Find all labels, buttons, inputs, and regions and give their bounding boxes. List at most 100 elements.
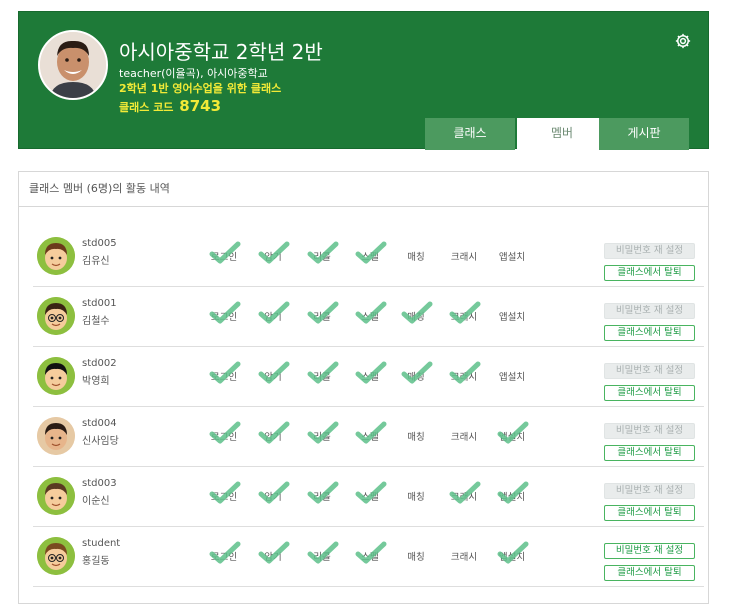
- class-code-label: 클래스 코드: [119, 101, 174, 114]
- activity-status: 크래시: [447, 301, 481, 329]
- class-code: 클래스 코드 8743: [119, 97, 221, 115]
- reset-password-button[interactable]: 비밀번호 재 설정: [604, 363, 695, 379]
- activity-status: 로그인: [207, 301, 241, 329]
- class-title: 아시아중학교 2학년 2반: [119, 40, 323, 64]
- boy-avatar: [37, 237, 75, 275]
- activity-status: 매칭: [399, 361, 433, 389]
- activity-status: 크래시: [447, 421, 481, 449]
- member-row: std005 김유신 로그인 암기 리콜 스펠 매칭 크래시 앱설치 비밀번호 재 설정클래스에서…: [33, 226, 704, 287]
- activity-status: 스펠: [353, 241, 387, 269]
- leave-class-button[interactable]: 클래스에서 탈퇴: [604, 325, 695, 341]
- activity-status: 리콜: [305, 301, 339, 329]
- member-row: std003 이순신 로그인 암기 리콜 스펠 매칭 크래시 앱설치 비밀번호 재 설정클래스에서…: [33, 466, 704, 527]
- student-avatar: [37, 537, 75, 575]
- activity-label: 앱설치: [498, 312, 526, 323]
- activity-status: 앱설치: [495, 481, 529, 509]
- activity-status: 로그인: [207, 421, 241, 449]
- activity-status: 암기: [256, 361, 290, 389]
- activity-status: 암기: [256, 541, 290, 569]
- activity-status: 스펠: [353, 541, 387, 569]
- activity-status: 리콜: [305, 241, 339, 269]
- activity-status: 스펠: [353, 481, 387, 509]
- activity-status: 암기: [256, 301, 290, 329]
- activity-label: 앱설치: [498, 372, 526, 383]
- leave-class-button[interactable]: 클래스에서 탈퇴: [604, 445, 695, 461]
- boy-glasses-avatar: [37, 297, 75, 335]
- member-list: std005 김유신 로그인 암기 리콜 스펠 매칭 크래시 앱설치 비밀번호 재 설정 클래스에서…: [18, 207, 709, 604]
- activity-status: 앱설치: [495, 361, 529, 389]
- leave-class-button[interactable]: 클래스에서 탈퇴: [604, 505, 695, 521]
- activity-status: 암기: [256, 481, 290, 509]
- tab-board[interactable]: 게시판: [599, 118, 689, 150]
- activity-label: 크래시: [450, 552, 478, 563]
- activity-status: 크래시: [447, 361, 481, 389]
- activity-status: 앱설치: [495, 241, 529, 269]
- activity-label: 매칭: [407, 432, 425, 443]
- class-header: 아시아중학교 2학년 2반 teacher(이율곡), 아시아중학교 2학년 1…: [18, 11, 709, 150]
- activity-status: 암기: [256, 241, 290, 269]
- member-name: 이순신: [82, 496, 110, 507]
- reset-password-button[interactable]: 비밀번호 재 설정: [604, 543, 695, 559]
- member-id: std001: [82, 298, 117, 309]
- activity-status: 앱설치: [495, 301, 529, 329]
- activity-status: 암기: [256, 421, 290, 449]
- activity-status: 크래시: [447, 541, 481, 569]
- activity-status: 스펠: [353, 301, 387, 329]
- man-avatar: [37, 477, 75, 515]
- activity-status: 리콜: [305, 541, 339, 569]
- class-subtitle: teacher(이율곡), 아시아중학교: [119, 67, 268, 80]
- activity-status: 매칭: [399, 241, 433, 269]
- activity-status: 매칭: [399, 541, 433, 569]
- activity-status: 앱설치: [495, 421, 529, 449]
- reset-password-button[interactable]: 비밀번호 재 설정: [604, 423, 695, 439]
- member-name: 홍길동: [82, 556, 110, 567]
- reset-password-button[interactable]: 비밀번호 재 설정: [604, 243, 695, 259]
- activity-status: 크래시: [447, 481, 481, 509]
- activity-label: 매칭: [407, 552, 425, 563]
- reset-password-button[interactable]: 비밀번호 재 설정: [604, 303, 695, 319]
- activity-status: 앱설치: [495, 541, 529, 569]
- activity-label: 매칭: [407, 492, 425, 503]
- activity-status: 리콜: [305, 481, 339, 509]
- member-name: 신사임당: [82, 436, 119, 447]
- member-id: student: [82, 538, 121, 549]
- tab-member[interactable]: 멤버: [517, 118, 607, 150]
- activity-status: 로그인: [207, 481, 241, 509]
- member-name: 김유신: [82, 256, 110, 267]
- activity-label: 크래시: [450, 432, 478, 443]
- activity-status: 리콜: [305, 361, 339, 389]
- member-id: std005: [82, 238, 117, 249]
- leave-class-button[interactable]: 클래스에서 탈퇴: [604, 565, 695, 581]
- activity-status: 매칭: [399, 421, 433, 449]
- member-id: std004: [82, 418, 117, 429]
- member-name: 박영희: [82, 376, 110, 387]
- activity-status: 로그인: [207, 361, 241, 389]
- activity-status: 로그인: [207, 241, 241, 269]
- activity-status: 매칭: [399, 481, 433, 509]
- reset-password-button[interactable]: 비밀번호 재 설정: [604, 483, 695, 499]
- activity-status: 매칭: [399, 301, 433, 329]
- teacher-avatar: [38, 30, 108, 100]
- class-code-value: 8743: [179, 97, 222, 115]
- gear-icon[interactable]: [674, 32, 692, 50]
- member-id: std003: [82, 478, 117, 489]
- member-row: std004 신사임당 로그인 암기 리콜 스펠 매칭 크래시 앱설치 비밀번호 재 설정 클래스에…: [33, 406, 704, 467]
- member-row: student 홍길동 로그인 암기 리콜 스펠 매칭 크래시 앱설치 비밀번호 재 설정 클래스에…: [33, 526, 704, 587]
- activity-label: 크래시: [450, 252, 478, 263]
- activity-label: 매칭: [407, 252, 425, 263]
- member-row: std002 박영희 로그인 암기 리콜 스펠 매칭 크래시 앱설치 비밀번호 재 설정클래스에서…: [33, 346, 704, 407]
- girl-avatar: [37, 357, 75, 395]
- leave-class-button[interactable]: 클래스에서 탈퇴: [604, 385, 695, 401]
- member-row: std001 김철수 로그인 암기 리콜 스펠 매칭 크래시 앱설치 비밀번호 재 설정클래스에서…: [33, 286, 704, 347]
- tab-class[interactable]: 클래스: [425, 118, 515, 150]
- member-id: std002: [82, 358, 117, 369]
- member-activity-title: 클래스 멤버 (6명)의 활동 내역: [18, 171, 709, 207]
- woman-avatar: [37, 417, 75, 455]
- activity-status: 스펠: [353, 421, 387, 449]
- activity-label: 앱설치: [498, 252, 526, 263]
- activity-status: 스펠: [353, 361, 387, 389]
- leave-class-button[interactable]: 클래스에서 탈퇴: [604, 265, 695, 281]
- member-name: 김철수: [82, 316, 110, 327]
- class-description: 2학년 1반 영어수업을 위한 클래스: [119, 82, 282, 95]
- activity-status: 크래시: [447, 241, 481, 269]
